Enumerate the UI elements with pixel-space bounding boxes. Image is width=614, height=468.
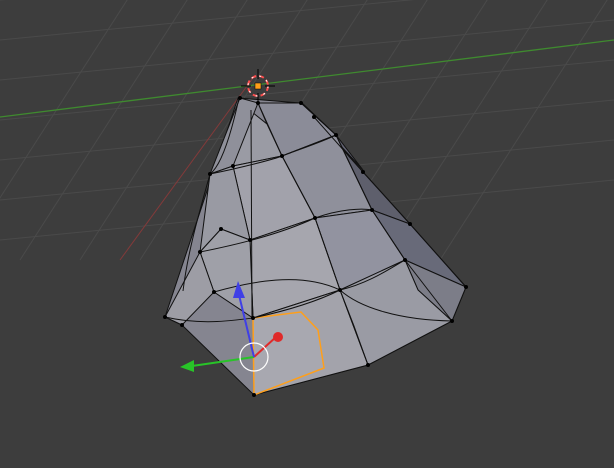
y-axis-line (0, 39, 614, 118)
3d-viewport[interactable] (0, 0, 614, 468)
3d-cursor-icon[interactable] (241, 69, 275, 103)
gizmo-y-handle[interactable] (180, 360, 194, 372)
viewport-canvas[interactable] (0, 0, 614, 468)
gizmo-x-handle[interactable] (273, 332, 283, 342)
cone-mesh[interactable] (164, 97, 467, 397)
